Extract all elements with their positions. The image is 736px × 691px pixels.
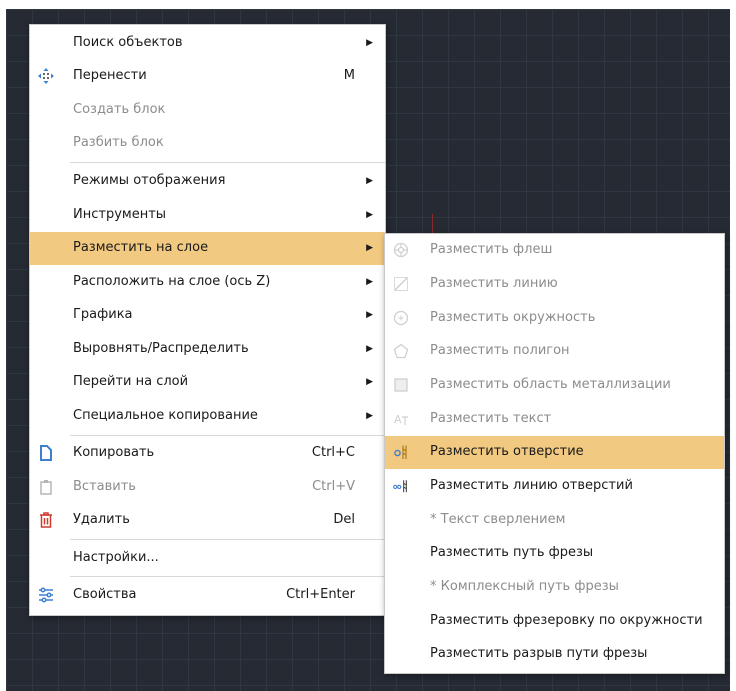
- submenu-item-place-mill-path-break[interactable]: Разместить разрыв пути фрезы: [385, 638, 724, 671]
- submenu-arrow-icon: ▶: [366, 38, 373, 48]
- menu-item-label: * Комплексный путь фрезы: [430, 579, 619, 594]
- submenu-item-place-mill-path[interactable]: Разместить путь фрезы: [385, 537, 724, 570]
- submenu-item-place-circle[interactable]: Разместить окружность: [385, 302, 724, 335]
- line-icon: [393, 276, 409, 292]
- menu-item-create-block[interactable]: Создать блок: [30, 94, 385, 127]
- properties-icon: [38, 587, 54, 603]
- shortcut-label: Ctrl+C: [311, 445, 355, 460]
- submenu-item-complex-mill-path[interactable]: * Комплексный путь фрезы: [385, 571, 724, 604]
- menu-item-label: Создать блок: [73, 102, 166, 117]
- menu-item-label: Выровнять/Распределить: [73, 341, 249, 356]
- menu-item-tools[interactable]: Инструменты ▶: [30, 199, 385, 232]
- menu-item-align-distribute[interactable]: Выровнять/Распределить ▶: [30, 333, 385, 366]
- menu-item-find-objects[interactable]: Поиск объектов ▶: [30, 27, 385, 60]
- menu-separator: [70, 162, 385, 163]
- menu-item-label: Разместить текст: [430, 411, 552, 426]
- paste-icon: [38, 479, 54, 495]
- shortcut-label: M: [343, 68, 355, 83]
- menu-item-label: Разместить отверстие: [430, 444, 584, 459]
- menu-item-go-to-layer[interactable]: Перейти на слой ▶: [30, 366, 385, 399]
- menu-separator: [70, 576, 385, 577]
- submenu-arrow-icon: ▶: [366, 377, 373, 387]
- menu-item-label: * Текст сверлением: [430, 512, 566, 527]
- menu-item-label: Разместить полигон: [430, 343, 570, 358]
- menu-item-settings[interactable]: Настройки...: [30, 542, 385, 575]
- menu-item-label: Перенести: [73, 68, 147, 83]
- trash-icon: [38, 512, 54, 528]
- polygon-icon: [393, 343, 409, 359]
- svg-text:A: A: [394, 413, 402, 426]
- move-icon: [38, 68, 54, 84]
- hole-line-icon: [393, 478, 409, 494]
- submenu-item-place-circular-milling[interactable]: Разместить фрезеровку по окружности: [385, 605, 724, 638]
- menu-item-display-modes[interactable]: Режимы отображения ▶: [30, 165, 385, 198]
- menu-item-label: Разместить фрезеровку по окружности: [430, 613, 703, 628]
- submenu-arrow-icon: ▶: [366, 310, 373, 320]
- shortcut-label: Ctrl+V: [312, 479, 355, 494]
- menu-item-properties[interactable]: Свойства Ctrl+Enter: [30, 579, 385, 612]
- menu-item-label: Перейти на слой: [73, 374, 189, 389]
- submenu-arrow-icon: ▶: [366, 344, 373, 354]
- menu-item-copy[interactable]: Копировать Ctrl+C: [30, 437, 385, 470]
- submenu-place-on-layer: Разместить флеш Разместить линию Размест…: [384, 233, 725, 674]
- menu-item-place-on-layer[interactable]: Разместить на слое ▶: [30, 232, 385, 265]
- menu-item-explode-block[interactable]: Разбить блок: [30, 127, 385, 160]
- submenu-item-place-copper-area[interactable]: Разместить область металлизации: [385, 369, 724, 402]
- flash-icon: [393, 242, 409, 258]
- menu-item-label: Инструменты: [73, 207, 167, 222]
- submenu-arrow-icon: ▶: [366, 411, 373, 421]
- menu-item-label: Разместить разрыв пути фрезы: [430, 646, 648, 661]
- submenu-item-place-flash[interactable]: Разместить флеш: [385, 234, 724, 267]
- menu-item-label: Разместить область металлизации: [430, 377, 671, 392]
- menu-item-label: Разместить на слое: [73, 240, 209, 255]
- submenu-item-drill-text[interactable]: * Текст сверлением: [385, 504, 724, 537]
- menu-item-special-copy[interactable]: Специальное копирование ▶: [30, 400, 385, 433]
- menu-item-delete[interactable]: Удалить Del: [30, 504, 385, 537]
- copy-icon: [38, 445, 54, 461]
- menu-item-label: Настройки...: [73, 550, 159, 565]
- menu-item-arrange-on-layer-z[interactable]: Расположить на слое (ось Z) ▶: [30, 266, 385, 299]
- submenu-arrow-icon: ▶: [366, 176, 373, 186]
- menu-item-label: Режимы отображения: [73, 173, 226, 188]
- context-menu: Поиск объектов ▶ Перенести M Создать бло…: [29, 24, 386, 616]
- submenu-item-place-text[interactable]: A Разместить текст: [385, 403, 724, 436]
- menu-item-label: Поиск объектов: [73, 35, 183, 50]
- menu-separator: [70, 539, 385, 540]
- menu-separator: [70, 435, 385, 436]
- menu-item-label: Разместить линию отверстий: [430, 478, 633, 493]
- submenu-arrow-icon: ▶: [366, 277, 373, 287]
- submenu-arrow-icon: ▶: [366, 210, 373, 220]
- text-icon: A: [393, 411, 409, 427]
- menu-item-label: Разбить блок: [73, 135, 164, 150]
- menu-item-label: Графика: [73, 307, 133, 322]
- menu-item-label: Разместить окружность: [430, 310, 596, 325]
- submenu-item-place-hole[interactable]: Разместить отверстие: [385, 436, 724, 469]
- shortcut-label: Ctrl+Enter: [286, 587, 355, 602]
- copper-area-icon: [393, 377, 409, 393]
- menu-item-label: Разместить путь фрезы: [430, 545, 594, 560]
- hole-icon: [393, 444, 409, 460]
- menu-item-move[interactable]: Перенести M: [30, 60, 385, 93]
- submenu-arrow-icon: ▶: [366, 243, 373, 253]
- menu-item-graphics[interactable]: Графика ▶: [30, 299, 385, 332]
- shortcut-label: Del: [333, 512, 355, 527]
- submenu-item-place-polygon[interactable]: Разместить полигон: [385, 335, 724, 368]
- menu-item-label: Свойства: [73, 587, 137, 602]
- menu-item-label: Разместить флеш: [430, 242, 553, 257]
- menu-item-paste[interactable]: Вставить Ctrl+V: [30, 471, 385, 504]
- menu-item-label: Разместить линию: [430, 276, 558, 291]
- menu-item-label: Копировать: [73, 445, 155, 460]
- menu-item-label: Удалить: [73, 512, 130, 527]
- submenu-item-place-hole-line[interactable]: Разместить линию отверстий: [385, 470, 724, 503]
- submenu-item-place-line[interactable]: Разместить линию: [385, 268, 724, 301]
- menu-item-label: Специальное копирование: [73, 408, 258, 423]
- menu-item-label: Расположить на слое (ось Z): [73, 274, 271, 289]
- circle-icon: [393, 310, 409, 326]
- menu-item-label: Вставить: [73, 479, 136, 494]
